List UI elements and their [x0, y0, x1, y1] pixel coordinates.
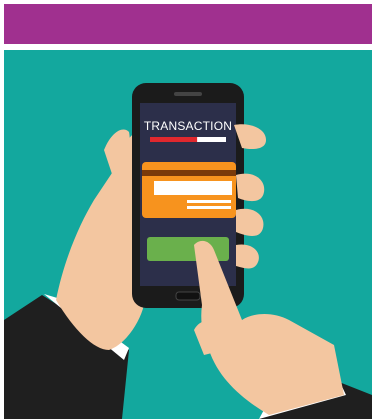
- speaker-icon: [174, 92, 202, 96]
- credit-card-icon: [142, 162, 236, 218]
- progress-fill: [150, 137, 198, 142]
- home-button-icon: [175, 291, 201, 301]
- screen-title: TRANSACTION: [144, 119, 232, 133]
- phone: TRANSACTION: [132, 83, 244, 308]
- header-bar: [4, 4, 372, 44]
- illustration: TRANSACTION: [4, 50, 372, 419]
